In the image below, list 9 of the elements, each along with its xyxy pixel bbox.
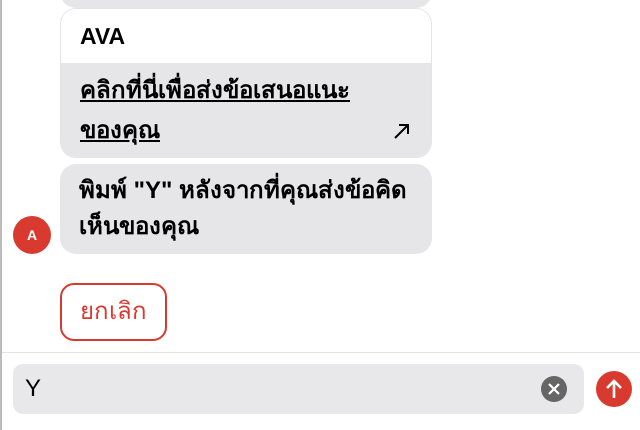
cancel-button[interactable]: ยกเลิก <box>60 283 167 341</box>
card-title: AVA <box>80 22 126 51</box>
message-input[interactable]: Y <box>13 364 584 414</box>
arrow-up-icon <box>604 378 624 400</box>
send-button[interactable] <box>596 370 632 406</box>
message-bubble: พิมพ์ "Y" หลังจากที่คุณส่งข้อคิดเห็นของคุณ <box>60 164 432 254</box>
avatar: A <box>13 216 51 254</box>
clear-icon[interactable] <box>541 376 567 402</box>
external-link-icon <box>392 121 412 141</box>
